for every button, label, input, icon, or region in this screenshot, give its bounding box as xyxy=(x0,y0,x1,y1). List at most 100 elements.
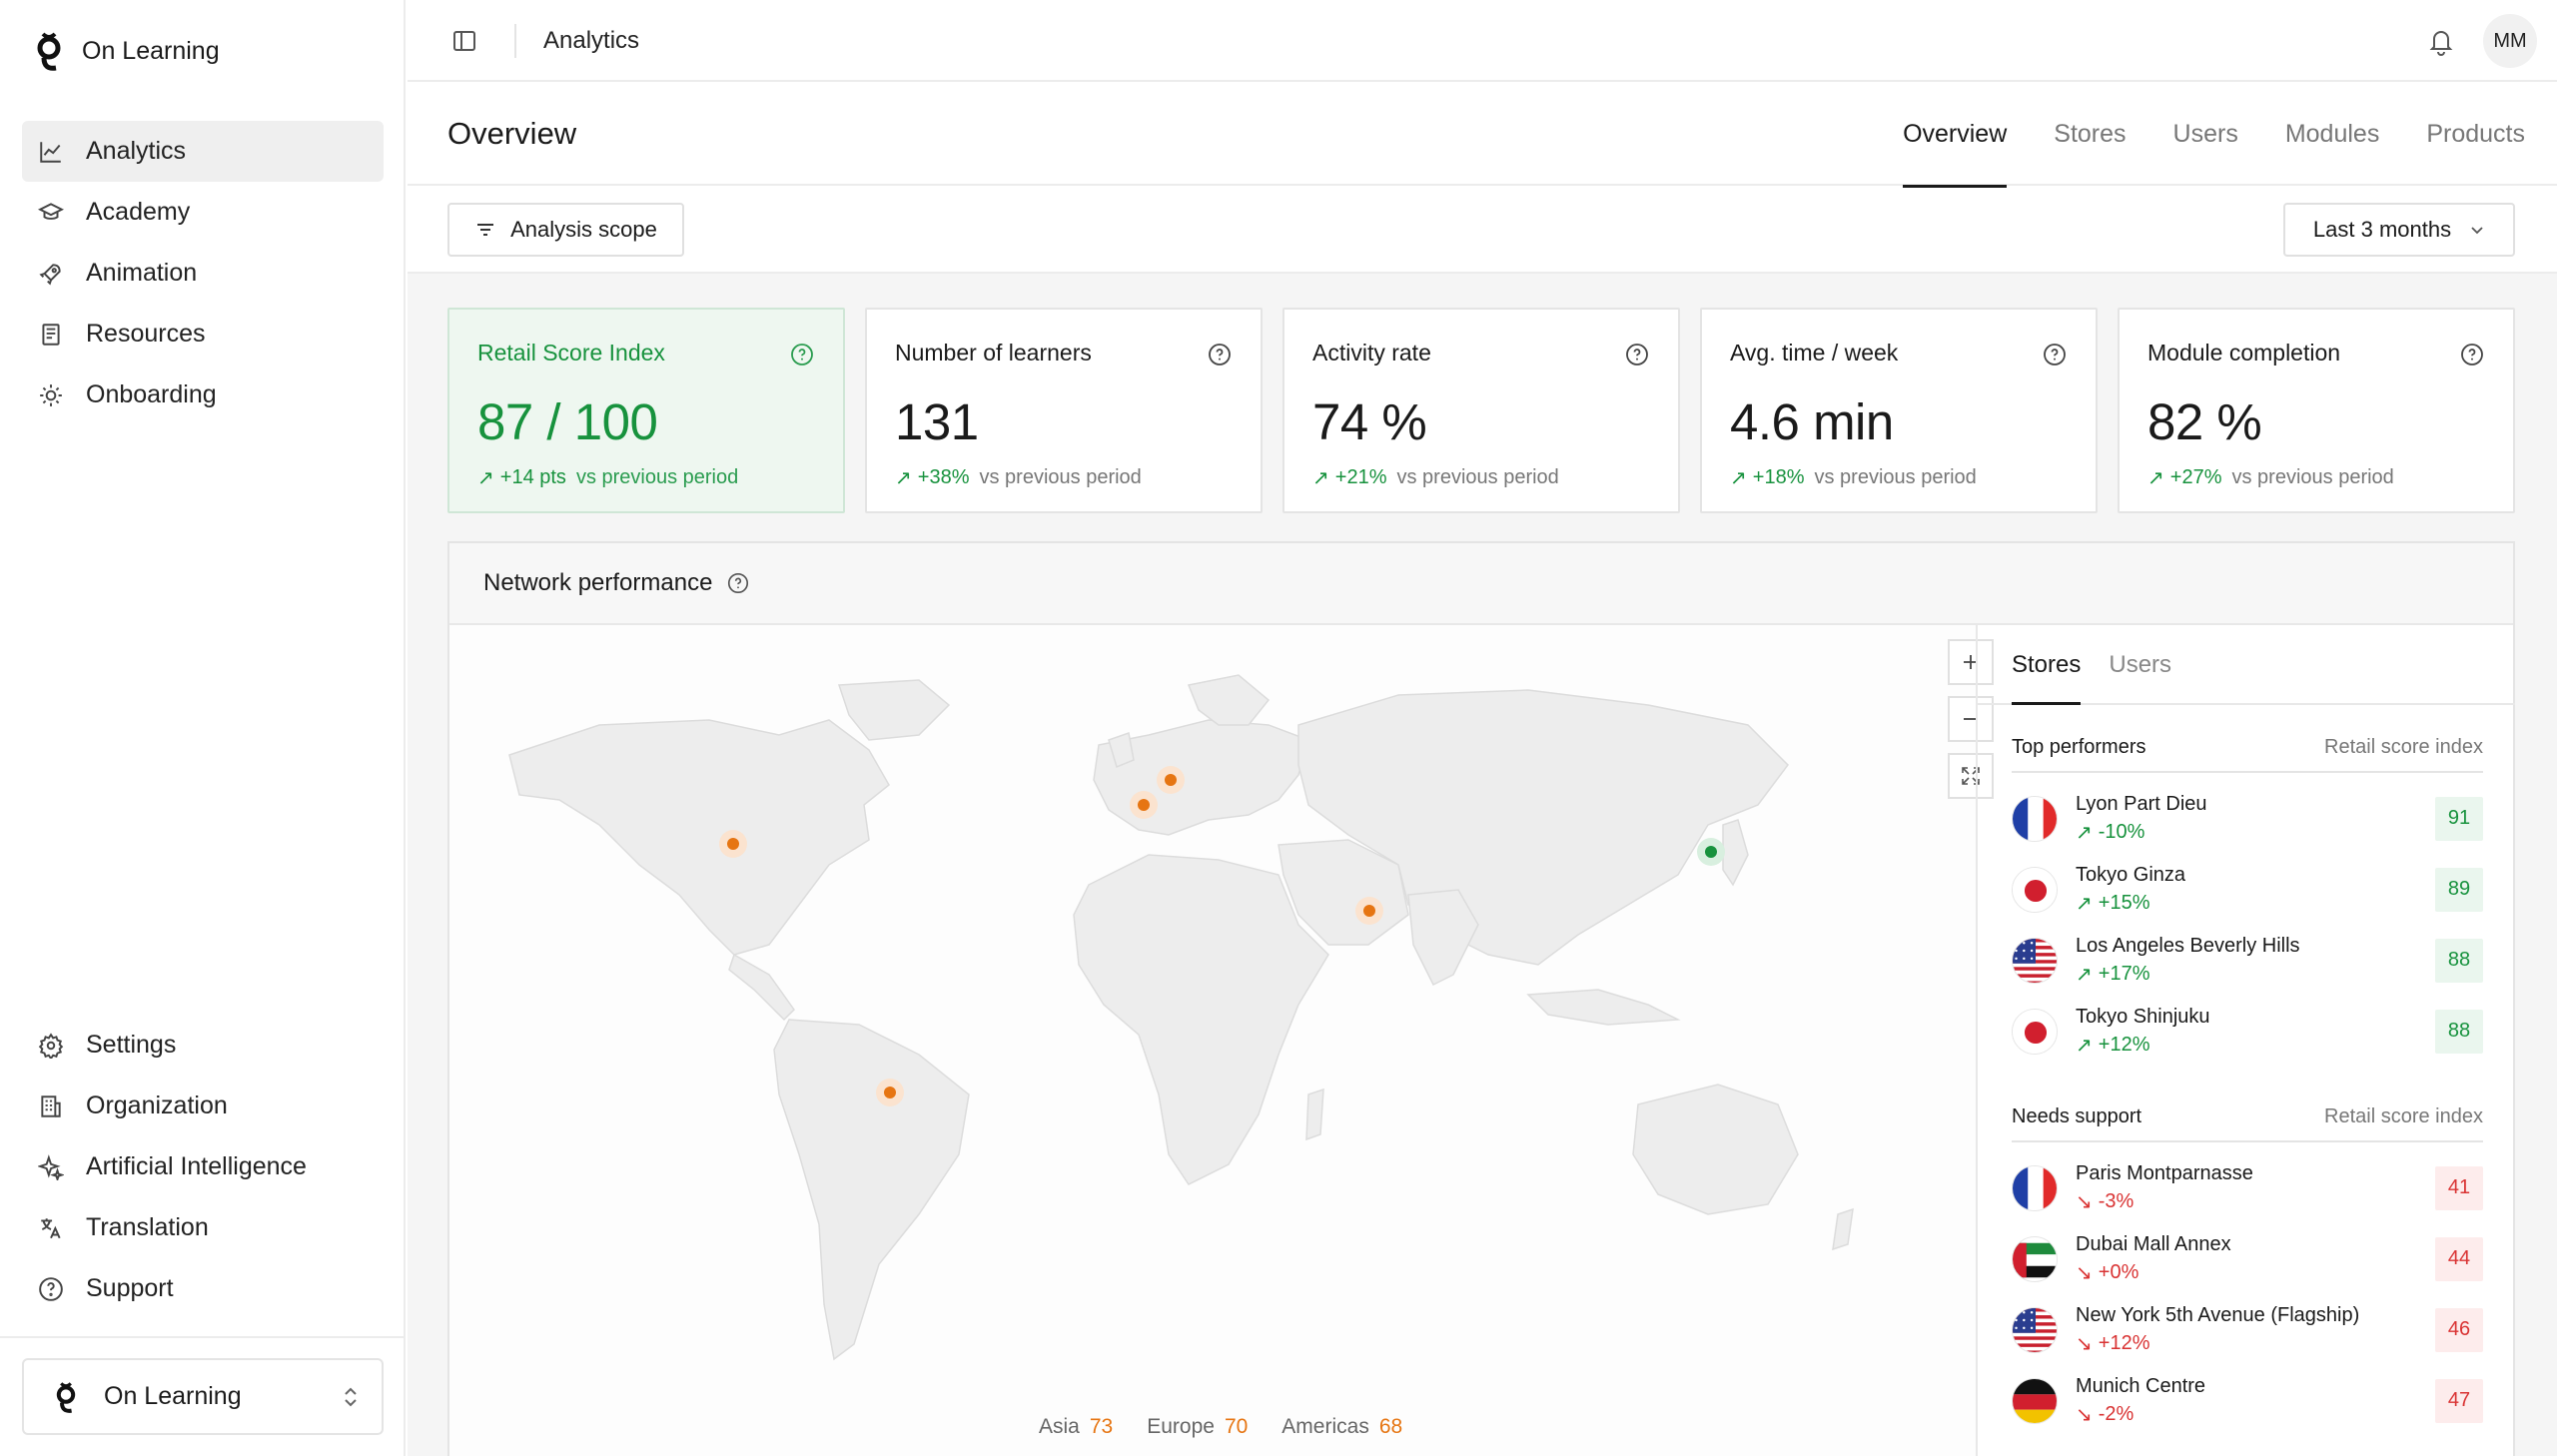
sidebar-item-animation[interactable]: Animation xyxy=(22,243,384,304)
org-switcher[interactable]: On Learning xyxy=(22,1358,384,1435)
help-icon[interactable] xyxy=(1207,342,1233,367)
flag-fr-icon xyxy=(2012,795,2058,842)
kpi-delta-value: +21% xyxy=(1334,466,1387,488)
help-circle-icon xyxy=(39,1276,63,1301)
sidebar-item-translation[interactable]: Translation xyxy=(22,1197,384,1258)
bell-icon[interactable] xyxy=(2427,26,2455,56)
kpi-card-activity-rate[interactable]: Activity rate 74 % ↗ +21% vs previous per… xyxy=(1282,308,1680,513)
store-row[interactable]: Paris Montparnasse ↘ -3% 41 xyxy=(2012,1152,2483,1223)
store-delta-value: -2% xyxy=(2098,1402,2134,1425)
australia-shape xyxy=(1632,1084,1799,1215)
sidebar-item-support[interactable]: Support xyxy=(22,1258,384,1319)
chevron-up-down-icon xyxy=(345,1387,357,1406)
greenland-shape xyxy=(837,679,951,741)
help-icon[interactable] xyxy=(2042,342,2068,367)
tab-ranking-stores[interactable]: Stores xyxy=(2012,625,2082,705)
map-marker-europe-central[interactable] xyxy=(1165,774,1177,786)
south-america-shape xyxy=(773,1019,970,1361)
needs-support-section: Needs support Retail score index Paris M… xyxy=(2012,1092,2483,1436)
kpi-delta-caption: vs previous period xyxy=(2231,466,2394,488)
page-header: Overview Overview Stores Users Modules P… xyxy=(408,82,2557,188)
kpi-card-avg-time[interactable]: Avg. time / week 4.6 min ↗ +18% vs previo… xyxy=(1700,308,2098,513)
scandinavia-shape xyxy=(1187,674,1271,726)
store-delta-value: -3% xyxy=(2098,1189,2134,1212)
main-content: Retail Score Index 87 / 100 ↗ +14 pts vs … xyxy=(408,274,2557,1456)
store-row[interactable]: New York 5th Avenue (Flagship) ↘ +12% 46 xyxy=(2012,1294,2483,1365)
store-row[interactable]: Dubai Mall Annex ↘ +0% 44 xyxy=(2012,1223,2483,1294)
store-info: Paris Montparnasse ↘ -3% xyxy=(2076,1162,2435,1214)
kpi-value: 131 xyxy=(895,393,979,450)
sidebar-item-label: Artificial Intelligence xyxy=(86,1152,307,1180)
map-marker-americas-north[interactable] xyxy=(727,838,739,850)
store-delta: ↗ -10% xyxy=(2076,820,2435,845)
kpi-card-learners[interactable]: Number of learners 131 ↗ +38% vs previous… xyxy=(865,308,1263,513)
kpi-card-retail-score[interactable]: Retail Score Index 87 / 100 ↗ +14 pts vs … xyxy=(447,308,845,513)
avatar[interactable]: MM xyxy=(2483,14,2537,68)
help-icon[interactable] xyxy=(2459,342,2485,367)
sidebar-toggle-icon[interactable] xyxy=(451,28,477,54)
world-map-shapes xyxy=(508,674,1854,1361)
section-metric: Retail score index xyxy=(2324,1104,2483,1127)
store-row[interactable]: Tokyo Ginza ↗ +15% 89 xyxy=(2012,854,2483,925)
help-icon[interactable] xyxy=(1624,342,1650,367)
sidebar-item-analytics[interactable]: Analytics xyxy=(22,121,384,182)
sidebar-item-organization[interactable]: Organization xyxy=(22,1076,384,1136)
sidebar-item-settings[interactable]: Settings xyxy=(22,1015,384,1076)
brand[interactable]: On Learning xyxy=(34,28,220,74)
arrow-up-right-icon: ↗ xyxy=(2076,821,2093,844)
ranking-tabs: Stores Users xyxy=(1978,625,2515,705)
network-performance-panel: Network performance Asia 73 Europe 70 Am… xyxy=(447,541,2515,1456)
help-icon[interactable] xyxy=(789,342,815,367)
tab-stores[interactable]: Stores xyxy=(2054,82,2126,186)
kpi-card-module-completion[interactable]: Module completion 82 % ↗ +27% vs previous… xyxy=(2118,308,2515,513)
map-marker-europe-west[interactable] xyxy=(1138,799,1150,811)
kpi-delta-value: +38% xyxy=(917,466,970,488)
store-info: Dubai Mall Annex ↘ +0% xyxy=(2076,1233,2435,1285)
score-badge: 88 xyxy=(2435,938,2483,983)
kpi-delta-caption: vs previous period xyxy=(1396,466,1559,488)
sidebar-item-artificial-intelligence[interactable]: Artificial Intelligence xyxy=(22,1136,384,1197)
sidebar-item-resources[interactable]: Resources xyxy=(22,304,384,364)
map-marker-asia[interactable] xyxy=(1705,846,1717,858)
store-row[interactable]: Tokyo Shinjuku ↗ +12% 88 xyxy=(2012,996,2483,1067)
rocket-icon xyxy=(39,263,61,286)
store-row[interactable]: Munich Centre ↘ -2% 47 xyxy=(2012,1365,2483,1436)
world-map[interactable]: Asia 73 Europe 70 Americas 68 xyxy=(449,625,1994,1456)
kpi-delta: ↗ +14 pts vs previous period xyxy=(477,465,815,490)
kpi-value: 4.6 min xyxy=(1730,393,1894,450)
sidebar-item-academy[interactable]: Academy xyxy=(22,182,384,243)
store-delta-value: -10% xyxy=(2098,820,2145,843)
sun-icon xyxy=(40,383,62,406)
store-row[interactable]: Lyon Part Dieu ↗ -10% 91 xyxy=(2012,783,2483,854)
tab-ranking-users[interactable]: Users xyxy=(2109,625,2171,703)
kpi-delta-value: +14 pts xyxy=(499,466,566,488)
map-marker-middle-east[interactable] xyxy=(1363,905,1375,917)
store-row[interactable]: Los Angeles Beverly Hills ↗ +17% 88 xyxy=(2012,925,2483,996)
score-badge: 44 xyxy=(2435,1236,2483,1281)
section-header: Top performers Retail score index xyxy=(2012,723,2483,773)
arrow-up-right-icon: ↗ xyxy=(895,467,912,489)
arrow-up-right-icon: ↗ xyxy=(2147,467,2164,489)
help-icon[interactable] xyxy=(726,571,750,595)
map-legend: Asia 73 Europe 70 Americas 68 xyxy=(1039,1415,1402,1439)
date-range-select[interactable]: Last 3 months xyxy=(2283,203,2515,257)
sidebar-item-onboarding[interactable]: Onboarding xyxy=(22,364,384,425)
tab-overview[interactable]: Overview xyxy=(1903,82,2008,188)
analysis-scope-button[interactable]: Analysis scope xyxy=(447,203,684,257)
new-zealand-shape xyxy=(1832,1207,1854,1251)
arrow-up-right-icon: ↗ xyxy=(2076,892,2093,915)
map-marker-americas-south[interactable] xyxy=(884,1087,896,1098)
sparkles-icon xyxy=(38,1153,64,1180)
score-badge: 41 xyxy=(2435,1165,2483,1210)
graduation-cap-icon xyxy=(38,202,64,220)
arrow-down-right-icon: ↘ xyxy=(2076,1332,2093,1355)
kpi-delta: ↗ +18% vs previous period xyxy=(1730,465,2068,490)
arrow-up-right-icon: ↗ xyxy=(1730,467,1747,489)
store-delta: ↗ +15% xyxy=(2076,891,2435,916)
book-icon xyxy=(42,323,60,346)
kpi-delta-caption: vs previous period xyxy=(575,466,739,488)
tab-products[interactable]: Products xyxy=(2426,82,2525,186)
tab-modules[interactable]: Modules xyxy=(2285,82,2380,186)
tab-users[interactable]: Users xyxy=(2173,82,2238,186)
page-tabs: Overview Stores Users Modules Products xyxy=(1903,82,2525,188)
